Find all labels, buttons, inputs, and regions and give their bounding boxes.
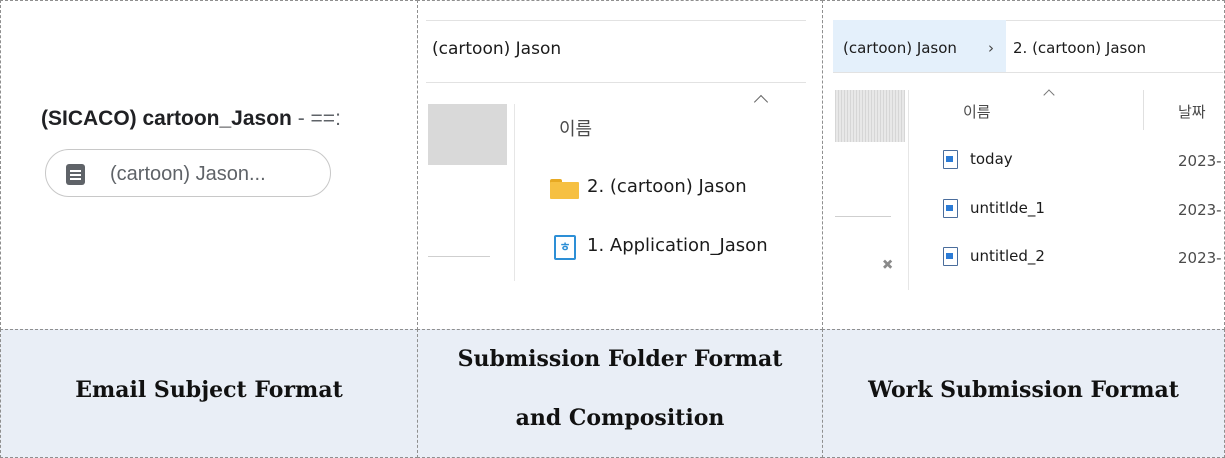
folder-icon xyxy=(550,179,579,199)
address-path[interactable]: (cartoon) Jason xyxy=(432,39,561,59)
caption-cell: Submission Folder Format and Composition xyxy=(417,329,823,458)
nav-pane-divider xyxy=(428,256,490,257)
list-item-label: 2. (cartoon) Jason xyxy=(587,176,747,197)
divider xyxy=(426,20,806,21)
nav-pane-divider xyxy=(835,216,891,217)
caption-cell: Work Submission Format xyxy=(822,329,1225,458)
nav-pane-thumbnail xyxy=(428,104,507,165)
file-date: 2023- xyxy=(1178,152,1222,170)
column-header-name[interactable]: 이름 xyxy=(963,101,991,122)
divider xyxy=(833,72,1223,73)
hwp-file-icon: ㅎ xyxy=(554,235,576,260)
attachment-chip-label: (cartoon) Jason... xyxy=(110,163,266,185)
email-panel: (SICACO) cartoon_Jason - ==: (cartoon) J… xyxy=(0,0,418,330)
nav-pane-thumbnail xyxy=(835,90,905,142)
chevron-right-icon[interactable]: › xyxy=(988,39,994,57)
document-icon xyxy=(943,247,958,266)
breadcrumb-item[interactable]: (cartoon) Jason xyxy=(843,39,957,57)
caption-folder-line2: and Composition xyxy=(515,405,725,431)
file-name: today xyxy=(970,150,1013,168)
pane-separator[interactable] xyxy=(908,90,909,290)
divider xyxy=(426,82,806,83)
email-subject[interactable]: (SICACO) cartoon_Jason - ==: xyxy=(41,107,341,131)
file-name: untitled_2 xyxy=(970,247,1045,265)
sort-ascending-icon[interactable] xyxy=(1043,89,1055,101)
caption-cell: Email Subject Format xyxy=(0,329,418,458)
document-icon xyxy=(943,199,958,218)
column-header-name[interactable]: 이름 xyxy=(559,115,592,141)
attachment-chip[interactable]: (cartoon) Jason... xyxy=(45,149,331,197)
sort-ascending-icon[interactable] xyxy=(753,94,769,110)
document-icon xyxy=(943,150,958,169)
file-name: untitlde_1 xyxy=(970,199,1045,217)
folder-panel: (cartoon) Jason 이름 2. (cartoon) Jason ㅎ … xyxy=(417,0,823,330)
pane-separator[interactable] xyxy=(514,104,515,281)
caption-work: Work Submission Format xyxy=(868,377,1179,403)
breadcrumb-item[interactable]: 2. (cartoon) Jason xyxy=(1013,39,1146,57)
email-subject-bold: (SICACO) cartoon_Jason xyxy=(41,107,292,130)
file-date: 2023- xyxy=(1178,201,1222,219)
caption-email: Email Subject Format xyxy=(75,377,343,403)
column-header-date[interactable]: 날짜 xyxy=(1178,101,1206,122)
list-item-label: 1. Application_Jason xyxy=(587,235,768,256)
caption-folder-line1: Submission Folder Format xyxy=(457,346,783,372)
work-panel: (cartoon) Jason › 2. (cartoon) Jason ✚ 이… xyxy=(822,0,1225,330)
file-date: 2023- xyxy=(1178,249,1222,267)
format-table: (SICACO) cartoon_Jason - ==: (cartoon) J… xyxy=(0,0,1225,458)
document-icon xyxy=(66,164,85,185)
column-divider[interactable] xyxy=(1143,90,1144,130)
email-subject-rest: - ==: xyxy=(291,107,341,130)
pin-icon[interactable]: ✚ xyxy=(877,255,897,275)
